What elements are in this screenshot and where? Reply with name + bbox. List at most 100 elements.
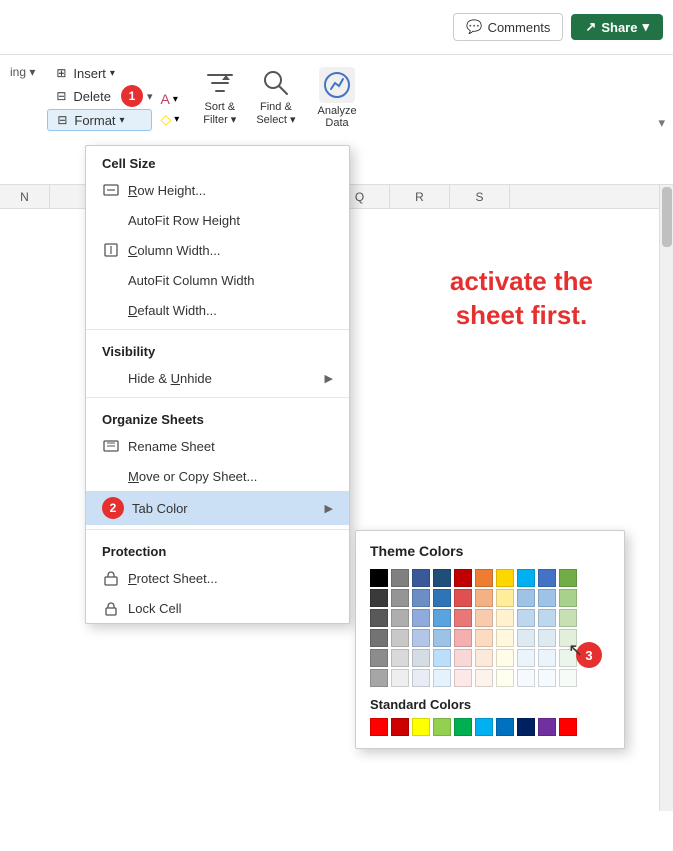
theme-color-swatch-4-6[interactable] — [496, 649, 514, 667]
theme-color-swatch-4-5[interactable] — [475, 649, 493, 667]
theme-color-swatch-5-1[interactable] — [391, 669, 409, 687]
theme-color-swatch-2-9[interactable] — [559, 609, 577, 627]
standard-color-swatch-2[interactable] — [412, 718, 430, 736]
theme-color-swatch-3-9[interactable] — [559, 629, 577, 647]
ribbon-expand-button[interactable]: ▾ — [658, 115, 665, 131]
theme-color-swatch-0-4[interactable] — [454, 569, 472, 587]
theme-color-swatch-3-7[interactable] — [517, 629, 535, 647]
theme-color-swatch-4-8[interactable] — [538, 649, 556, 667]
theme-color-swatch-0-6[interactable] — [496, 569, 514, 587]
theme-color-swatch-0-7[interactable] — [517, 569, 535, 587]
theme-color-swatch-3-0[interactable] — [370, 629, 388, 647]
find-select-group[interactable]: Find &Select ▾ — [248, 63, 303, 130]
standard-color-swatch-9[interactable] — [559, 718, 577, 736]
comments-label: Comments — [488, 20, 551, 35]
theme-color-swatch-1-4[interactable] — [454, 589, 472, 607]
standard-color-swatch-3[interactable] — [433, 718, 451, 736]
theme-color-swatch-2-0[interactable] — [370, 609, 388, 627]
theme-color-swatch-2-1[interactable] — [391, 609, 409, 627]
theme-color-swatch-5-9[interactable] — [559, 669, 577, 687]
theme-color-swatch-3-6[interactable] — [496, 629, 514, 647]
tab-color-item[interactable]: 2 Tab Color ▶ — [86, 491, 349, 525]
theme-color-swatch-0-8[interactable] — [538, 569, 556, 587]
rename-sheet-item[interactable]: Rename Sheet — [86, 431, 349, 461]
sort-filter-group[interactable]: Sort &Filter ▾ — [195, 63, 244, 130]
autofit-col-item[interactable]: AutoFit Column Width — [86, 265, 349, 295]
theme-color-swatch-3-4[interactable] — [454, 629, 472, 647]
theme-color-swatch-3-8[interactable] — [538, 629, 556, 647]
insert-label: Insert — [73, 66, 106, 81]
format-button[interactable]: ⊟ Format ▾ — [47, 109, 152, 131]
theme-color-swatch-2-2[interactable] — [412, 609, 430, 627]
theme-color-swatch-5-4[interactable] — [454, 669, 472, 687]
theme-color-swatch-0-9[interactable] — [559, 569, 577, 587]
theme-color-swatch-1-7[interactable] — [517, 589, 535, 607]
vertical-scrollbar[interactable] — [659, 185, 673, 811]
scrollbar-thumb[interactable] — [662, 187, 672, 247]
theme-color-swatch-0-1[interactable] — [391, 569, 409, 587]
theme-color-swatch-2-6[interactable] — [496, 609, 514, 627]
theme-color-swatch-2-3[interactable] — [433, 609, 451, 627]
default-width-item[interactable]: Default Width... — [86, 295, 349, 325]
theme-color-swatch-3-2[interactable] — [412, 629, 430, 647]
standard-color-row — [370, 718, 610, 736]
theme-color-swatch-4-4[interactable] — [454, 649, 472, 667]
row-height-item[interactable]: Row Height... — [86, 175, 349, 205]
delete-button[interactable]: ⊟ Delete — [47, 86, 117, 106]
theme-color-swatch-3-1[interactable] — [391, 629, 409, 647]
theme-color-swatch-0-0[interactable] — [370, 569, 388, 587]
theme-color-swatch-2-8[interactable] — [538, 609, 556, 627]
autofit-row-item[interactable]: AutoFit Row Height — [86, 205, 349, 235]
theme-color-swatch-5-3[interactable] — [433, 669, 451, 687]
standard-color-swatch-4[interactable] — [454, 718, 472, 736]
standard-color-swatch-7[interactable] — [517, 718, 535, 736]
theme-color-swatch-2-7[interactable] — [517, 609, 535, 627]
theme-color-swatch-3-3[interactable] — [433, 629, 451, 647]
standard-color-swatch-1[interactable] — [391, 718, 409, 736]
theme-color-swatch-1-6[interactable] — [496, 589, 514, 607]
theme-color-swatch-3-5[interactable] — [475, 629, 493, 647]
theme-color-swatch-2-4[interactable] — [454, 609, 472, 627]
insert-arrow: ▾ — [110, 68, 115, 79]
theme-color-swatch-4-0[interactable] — [370, 649, 388, 667]
standard-color-swatch-8[interactable] — [538, 718, 556, 736]
comments-button[interactable]: 💬 Comments — [453, 13, 563, 41]
analyze-data-group[interactable]: AnalyzeData — [307, 63, 366, 133]
standard-color-swatch-0[interactable] — [370, 718, 388, 736]
protect-sheet-item[interactable]: Protect Sheet... — [86, 563, 349, 593]
theme-color-swatch-1-2[interactable] — [412, 589, 430, 607]
theme-color-swatch-5-8[interactable] — [538, 669, 556, 687]
theme-color-swatch-4-3[interactable] — [433, 649, 451, 667]
theme-color-swatch-5-6[interactable] — [496, 669, 514, 687]
share-dropdown-arrow: ▾ — [642, 19, 649, 35]
theme-color-swatch-0-2[interactable] — [412, 569, 430, 587]
step1-badge: 1 — [121, 85, 143, 107]
theme-color-swatch-4-9[interactable] — [559, 649, 577, 667]
share-button[interactable]: ↗ Share ▾ — [571, 14, 663, 40]
theme-color-swatch-1-5[interactable] — [475, 589, 493, 607]
theme-color-swatch-4-2[interactable] — [412, 649, 430, 667]
theme-color-swatch-1-1[interactable] — [391, 589, 409, 607]
standard-color-swatch-5[interactable] — [475, 718, 493, 736]
hide-unhide-item[interactable]: Hide & Unhide ▶ — [86, 363, 349, 393]
theme-color-swatch-5-2[interactable] — [412, 669, 430, 687]
move-copy-item[interactable]: Move or Copy Sheet... — [86, 461, 349, 491]
lock-cell-item[interactable]: Lock Cell — [86, 593, 349, 623]
theme-color-swatch-4-7[interactable] — [517, 649, 535, 667]
theme-color-swatch-5-7[interactable] — [517, 669, 535, 687]
column-width-item[interactable]: Column Width... — [86, 235, 349, 265]
theme-color-swatch-4-1[interactable] — [391, 649, 409, 667]
theme-color-swatch-1-3[interactable] — [433, 589, 451, 607]
theme-color-swatch-0-5[interactable] — [475, 569, 493, 587]
theme-color-swatch-1-9[interactable] — [559, 589, 577, 607]
insert-button[interactable]: ⊞ Insert ▾ — [47, 63, 152, 83]
protect-sheet-label: Protect Sheet... — [128, 571, 218, 586]
theme-color-swatch-0-3[interactable] — [433, 569, 451, 587]
protection-header: Protection — [86, 534, 349, 563]
theme-color-swatch-1-0[interactable] — [370, 589, 388, 607]
theme-color-swatch-5-5[interactable] — [475, 669, 493, 687]
standard-color-swatch-6[interactable] — [496, 718, 514, 736]
theme-color-swatch-1-8[interactable] — [538, 589, 556, 607]
theme-color-swatch-2-5[interactable] — [475, 609, 493, 627]
theme-color-swatch-5-0[interactable] — [370, 669, 388, 687]
